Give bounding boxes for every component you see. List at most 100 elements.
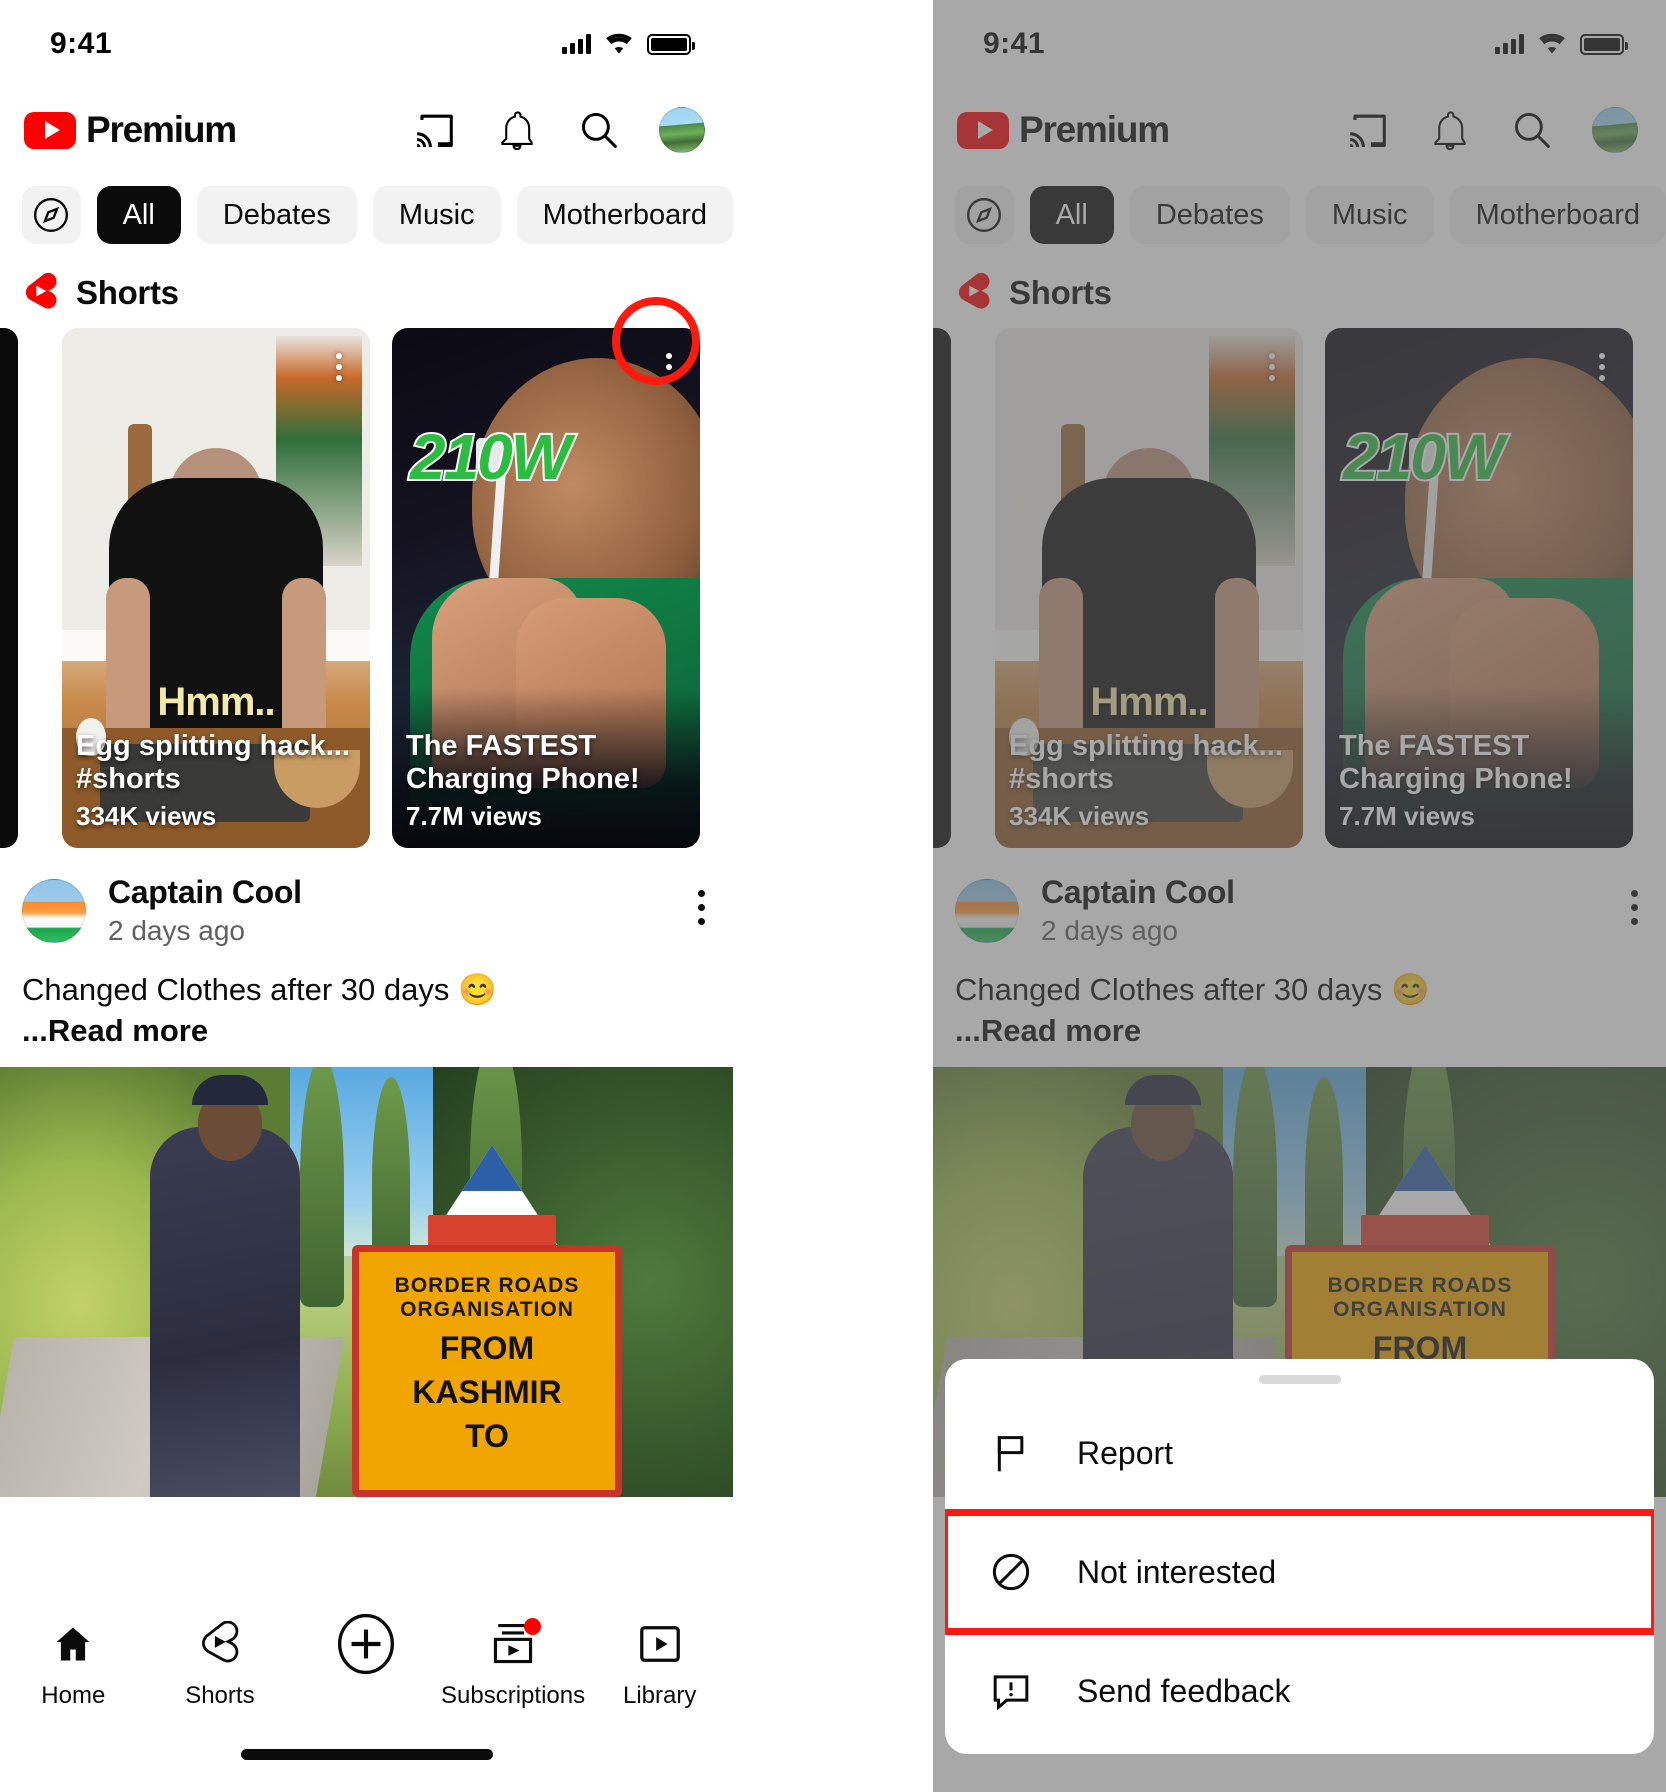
brand-label: Premium (1019, 109, 1170, 150)
app-bar: Premium (0, 88, 733, 172)
flag-icon (989, 1433, 1033, 1473)
shorts-icon (200, 1618, 240, 1670)
home-icon (51, 1618, 95, 1670)
tab-subscriptions[interactable]: Subscriptions (440, 1618, 586, 1710)
post-meta: Captain Cool 2 days ago (1041, 874, 1235, 947)
explore-compass-chip[interactable] (22, 186, 81, 244)
post-overflow-menu-icon[interactable] (698, 890, 705, 925)
chip-debates[interactable]: Debates (1129, 186, 1290, 244)
post-read-more-link[interactable]: ...Read more (0, 1009, 733, 1067)
bottom-tab-bar[interactable]: Home Shorts Subscriptions Library (0, 1602, 733, 1792)
chip-motherboard[interactable]: Motherboard (516, 186, 733, 244)
shorts-card-1-views: 334K views (76, 801, 217, 832)
shorts-carousel[interactable]: Hmm.. Egg splitting hack... #shorts 334K… (0, 328, 733, 848)
tab-shorts-label: Shorts (185, 1682, 255, 1709)
cast-icon[interactable] (1346, 108, 1390, 152)
status-bar: 9:41 (0, 0, 733, 88)
status-time: 9:41 (983, 27, 1046, 60)
shorts-card-2-title-line1: The FASTEST (1339, 730, 1530, 763)
shorts-card-menu-icon[interactable] (1255, 344, 1289, 390)
sheet-item-report-label: Report (1077, 1434, 1174, 1471)
sheet-item-report[interactable]: Report (945, 1394, 1654, 1512)
status-icons (562, 33, 695, 55)
shorts-section-header: Shorts (933, 258, 1666, 328)
shorts-logo-icon (958, 272, 990, 309)
shorts-card-1-title: Egg splitting hack... (76, 730, 350, 763)
post-author-avatar[interactable] (22, 878, 86, 943)
shorts-card-menu-icon[interactable] (322, 344, 356, 390)
post-author-name[interactable]: Captain Cool (108, 874, 302, 911)
chip-music[interactable]: Music (1305, 186, 1434, 244)
sheet-item-send-feedback-label: Send feedback (1077, 1672, 1291, 1709)
status-bar: 9:41 (933, 0, 1666, 88)
wifi-icon (1539, 33, 1565, 54)
tab-library[interactable]: Library (587, 1618, 733, 1710)
app-bar: Premium (933, 88, 1666, 172)
sign-line-2: FROM (439, 1329, 535, 1366)
shorts-card-1[interactable]: Hmm.. Egg splitting hack... #shorts 334K… (995, 328, 1303, 848)
sign-line-1: BORDER ROADS ORGANISATION (1327, 1273, 1513, 1321)
search-icon[interactable] (577, 108, 621, 152)
shorts-carousel[interactable]: Hmm.. Egg splitting hack... #shorts 334K… (933, 328, 1666, 848)
chip-debates[interactable]: Debates (196, 186, 357, 244)
tab-shorts[interactable]: Shorts (147, 1618, 293, 1710)
sign-line-3: KASHMIR (412, 1373, 562, 1410)
brand-lockup[interactable]: Premium (24, 109, 237, 151)
chip-music[interactable]: Music (372, 186, 501, 244)
feedback-icon (989, 1672, 1033, 1710)
shorts-card-2[interactable]: 210W The FASTEST Charging Phone! 7.7M vi… (1325, 328, 1633, 848)
shorts-card-1[interactable]: Hmm.. Egg splitting hack... #shorts 334K… (62, 328, 370, 848)
subscriptions-icon (489, 1618, 542, 1670)
app-bar-actions (413, 107, 705, 153)
compass-icon (34, 197, 69, 233)
sheet-grabber-handle[interactable] (1258, 1375, 1341, 1384)
shorts-card-1-subtitle: #shorts (1009, 763, 1114, 796)
screenshot-root: 9:41 Premium All Debates Music Motherboa… (0, 0, 1666, 1792)
chip-motherboard[interactable]: Motherboard (1449, 186, 1666, 244)
sheet-item-send-feedback[interactable]: Send feedback (945, 1632, 1654, 1750)
sheet-item-not-interested[interactable]: Not interested (945, 1509, 1654, 1635)
notifications-bell-icon[interactable] (495, 108, 539, 152)
post-photo-sign: BORDER ROADS ORGANISATION FROM KASHMIR T… (352, 1244, 622, 1497)
chip-all[interactable]: All (1029, 186, 1114, 244)
post-author-name[interactable]: Captain Cool (1041, 874, 1235, 911)
account-avatar[interactable] (1592, 107, 1638, 153)
tab-subscriptions-label: Subscriptions (441, 1682, 586, 1709)
shorts-card-2-views: 7.7M views (1339, 801, 1475, 832)
filter-chip-row[interactable]: All Debates Music Motherboard (0, 172, 733, 258)
shorts-card-1-views: 334K views (1009, 801, 1150, 832)
post-timestamp: 2 days ago (108, 915, 245, 946)
shorts-card-2-overlay-caption: 210W (1341, 419, 1506, 495)
battery-icon (647, 33, 695, 55)
phone-screen-left: 9:41 Premium All Debates Music Motherboa… (0, 0, 733, 1792)
search-icon[interactable] (1510, 108, 1554, 152)
shorts-card-peek[interactable] (0, 328, 18, 848)
bottom-sheet-menu[interactable]: Report Not interested Send feedback (945, 1359, 1654, 1754)
sign-line-4: TO (465, 1417, 509, 1454)
post-read-more-link[interactable]: ...Read more (933, 1009, 1666, 1067)
filter-chip-row[interactable]: All Debates Music Motherboard (933, 172, 1666, 258)
account-avatar[interactable] (659, 107, 705, 153)
tab-home[interactable]: Home (0, 1618, 146, 1710)
subscriptions-badge (524, 1618, 542, 1635)
post-text: Changed Clothes after 30 days 😊 (22, 972, 497, 1007)
brand-lockup[interactable]: Premium (957, 109, 1170, 151)
post-overflow-menu-icon[interactable] (1631, 890, 1638, 925)
cast-icon[interactable] (413, 108, 457, 152)
shorts-card-peek[interactable] (933, 328, 951, 848)
chip-all[interactable]: All (96, 186, 181, 244)
tab-library-label: Library (622, 1682, 697, 1709)
shorts-card-2[interactable]: 210W The FASTEST Charging Phone! 7.7M vi… (392, 328, 700, 848)
tab-create[interactable] (293, 1613, 439, 1682)
app-bar-actions (1346, 107, 1638, 153)
shorts-card-menu-icon[interactable] (1585, 344, 1619, 390)
shorts-card-1-info: Egg splitting hack... #shorts 334K views (1009, 730, 1289, 832)
compass-icon (967, 197, 1002, 233)
notifications-bell-icon[interactable] (1428, 108, 1472, 152)
post-photo[interactable]: BORDER ROADS ORGANISATION FROM KASHMIR T… (0, 1066, 733, 1497)
post-header: Captain Cool 2 days ago (933, 848, 1666, 947)
explore-compass-chip[interactable] (955, 186, 1014, 244)
youtube-logo (24, 111, 76, 149)
post-author-avatar[interactable] (955, 878, 1019, 943)
wifi-icon (606, 33, 632, 54)
